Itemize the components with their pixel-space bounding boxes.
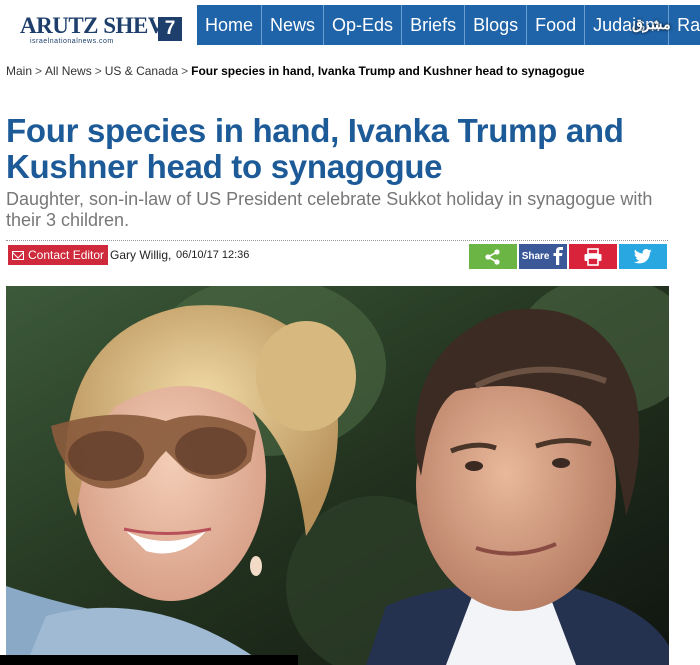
print-button[interactable] bbox=[569, 244, 617, 269]
nav-home[interactable]: Home bbox=[197, 5, 263, 45]
facebook-share-label: Share bbox=[521, 251, 550, 262]
main-nav: Home News Op-Eds Briefs Blogs Food Judai… bbox=[197, 5, 700, 45]
nav-radio[interactable]: Radio bbox=[669, 5, 700, 45]
page: ARUTZ SHEVA 7 israelnationalnews.com Hom… bbox=[0, 0, 700, 665]
breadcrumb-separator: > bbox=[35, 64, 43, 78]
watermark-logo: مشرق bbox=[632, 16, 671, 32]
article-title: Four species in hand, Ivanka Trump and K… bbox=[6, 112, 624, 185]
facebook-icon bbox=[553, 247, 564, 266]
contact-editor-label: Contact Editor bbox=[28, 248, 105, 262]
nav-op-eds[interactable]: Op-Eds bbox=[324, 5, 403, 45]
contact-editor-button[interactable]: Contact Editor bbox=[8, 245, 109, 265]
article-photo[interactable] bbox=[6, 286, 669, 665]
breadcrumb-main[interactable]: Main bbox=[6, 64, 32, 78]
breadcrumb-separator: > bbox=[94, 64, 102, 78]
share-button[interactable] bbox=[469, 244, 517, 269]
breadcrumb: Main > All News > US & Canada > Four species i… bbox=[6, 64, 585, 78]
nav-news[interactable]: News bbox=[262, 5, 325, 45]
logo-number: 7 bbox=[158, 17, 182, 41]
site-header: ARUTZ SHEVA 7 israelnationalnews.com Hom… bbox=[0, 0, 700, 50]
bottom-bar bbox=[0, 655, 298, 665]
article-subtitle: Daughter, son-in-law of US President cel… bbox=[6, 189, 653, 230]
breadcrumb-current: Four species in hand, Ivanka Trump and K… bbox=[191, 64, 585, 78]
nav-food[interactable]: Food bbox=[527, 5, 586, 45]
logo-subtitle: israelnationalnews.com bbox=[30, 38, 114, 45]
breadcrumb-all-news[interactable]: All News bbox=[45, 64, 92, 78]
twitter-icon bbox=[633, 249, 652, 264]
author-name[interactable]: Gary Willig, bbox=[110, 248, 171, 262]
nav-blogs[interactable]: Blogs bbox=[465, 5, 528, 45]
facebook-share-button[interactable]: Share bbox=[519, 244, 567, 269]
site-logo[interactable]: ARUTZ SHEVA 7 israelnationalnews.com bbox=[8, 6, 193, 46]
twitter-share-button[interactable] bbox=[619, 244, 667, 269]
envelope-icon bbox=[12, 250, 24, 260]
share-icon bbox=[485, 249, 500, 265]
breadcrumb-us-canada[interactable]: US & Canada bbox=[105, 64, 178, 78]
breadcrumb-separator: > bbox=[181, 64, 189, 78]
article-photo-illustration bbox=[6, 286, 669, 665]
nav-briefs[interactable]: Briefs bbox=[402, 5, 466, 45]
print-icon bbox=[584, 248, 602, 267]
publish-date: 06/10/17 12:36 bbox=[176, 249, 250, 261]
logo-text: ARUTZ SHEVA bbox=[20, 13, 178, 38]
divider bbox=[6, 240, 668, 241]
